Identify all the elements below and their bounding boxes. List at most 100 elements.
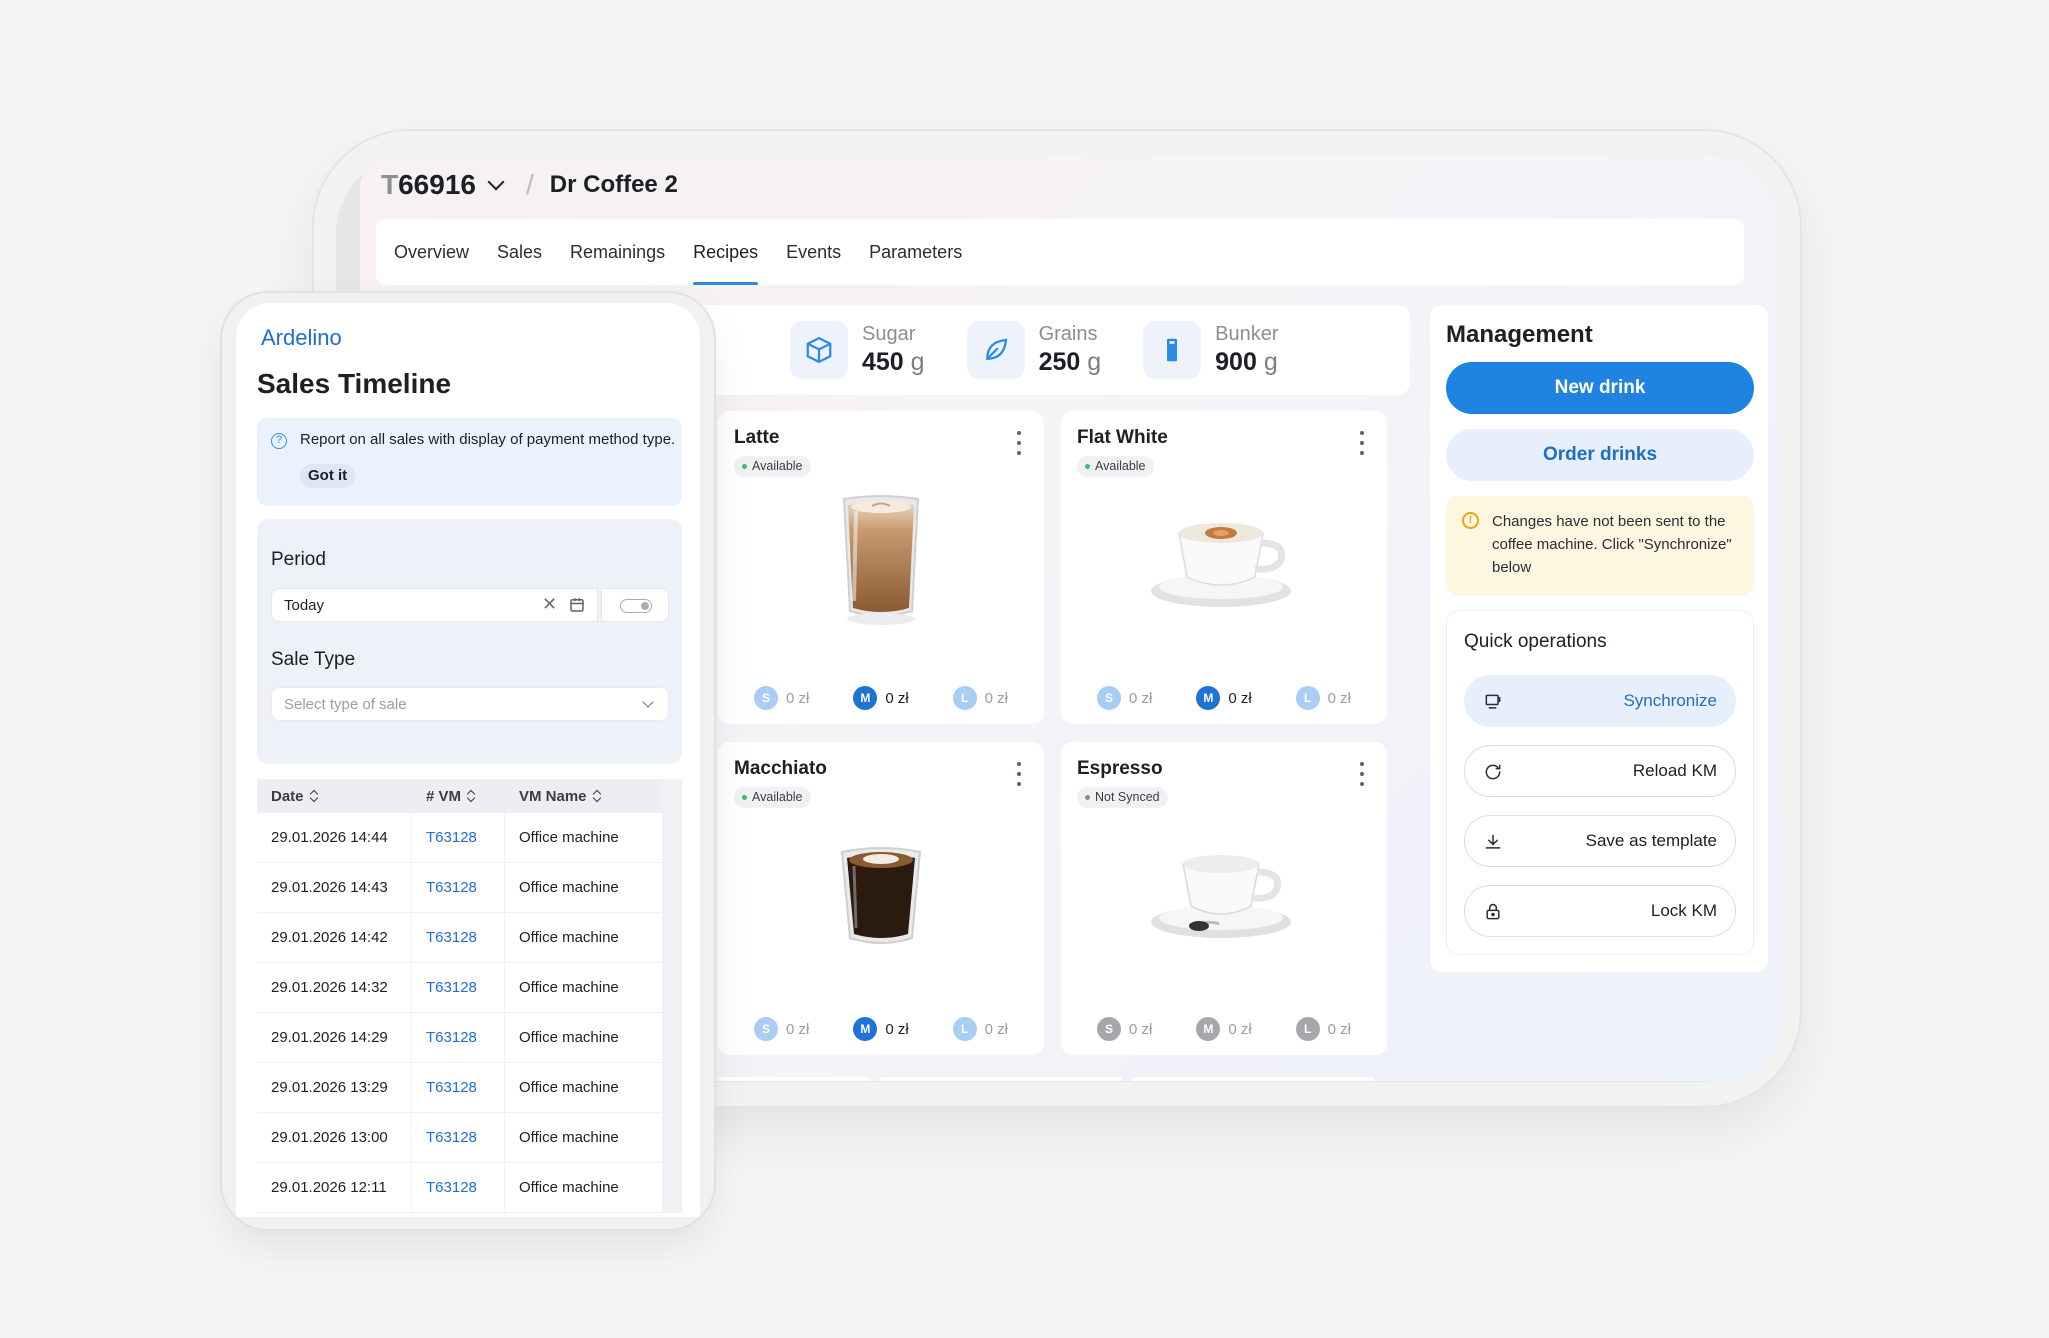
table-row[interactable]: 29.01.2026 14:42 T63128 Office machine <box>257 912 682 963</box>
column-vm[interactable]: # VM <box>412 779 505 813</box>
new-drink-button[interactable]: New drink <box>1446 362 1754 414</box>
sale-type-select[interactable]: Select type of sale <box>271 687 669 721</box>
size-m[interactable]: M 0 zł <box>853 1017 909 1041</box>
size-s[interactable]: S 0 zł <box>753 1017 810 1041</box>
cell-vm-link[interactable]: T63128 <box>412 1012 505 1063</box>
clear-icon[interactable]: ✕ <box>542 594 557 615</box>
time-toggle[interactable] <box>601 588 669 622</box>
cell-date: 29.01.2026 14:43 <box>257 862 412 913</box>
breadcrumb: T66916 / Dr Coffee 2 <box>381 169 678 201</box>
cell-date: 29.01.2026 13:00 <box>257 1112 412 1163</box>
size-s-badge: S <box>1096 686 1121 710</box>
size-m-badge: M <box>1196 686 1221 710</box>
reload-km-button[interactable]: Reload KM <box>1464 745 1736 797</box>
price: 0 zł <box>1228 1020 1252 1038</box>
size-s-badge: S <box>753 1017 778 1041</box>
got-it-button[interactable]: Got it <box>300 464 356 488</box>
more-menu-icon[interactable] <box>1016 431 1022 455</box>
drink-name: Latte <box>734 427 780 448</box>
table-row[interactable]: 29.01.2026 13:00 T63128 Office machine <box>257 1112 682 1163</box>
cell-vm-link[interactable]: T63128 <box>412 1062 505 1113</box>
drink-name: Macchiato <box>734 758 827 779</box>
lock-icon <box>1483 902 1503 927</box>
resource-grains: Grains 250 g <box>966 321 1101 379</box>
cell-vm-name: Office machine <box>519 878 619 896</box>
synchronize-button[interactable]: Synchronize <box>1464 675 1736 727</box>
flat-white-image <box>1149 511 1299 616</box>
warning-text: Changes have not been sent to the coffee… <box>1492 513 1732 576</box>
cell-vm-link[interactable]: T63128 <box>412 962 505 1013</box>
size-s[interactable]: S 0 zł <box>1096 1017 1152 1041</box>
machine-selector[interactable]: T66916 <box>381 169 476 201</box>
drink-card-latte[interactable]: Latte Available S 0 zł M 0 zł L 0 zł <box>718 411 1044 724</box>
drink-card-flat-white[interactable]: Flat White Available S 0 zł M 0 zł L 0 zł <box>1061 411 1387 724</box>
resource-label: Bunker <box>1215 323 1279 345</box>
column-date[interactable]: Date <box>257 779 412 813</box>
table-row[interactable]: 29.01.2026 12:11 T63128 Office machine <box>257 1162 682 1213</box>
table-row[interactable]: 29.01.2026 14:44 T63128 Office machine <box>257 812 682 863</box>
size-l[interactable]: L 0 zł <box>952 1017 1008 1041</box>
management-title: Management <box>1446 321 1593 348</box>
phone-screen: Ardelino Sales Timeline ? Report on all … <box>236 303 700 1217</box>
cell-vm-link[interactable]: T63128 <box>412 912 505 963</box>
table-row[interactable]: 29.01.2026 13:29 T63128 Office machine <box>257 1062 682 1113</box>
tab-recipes[interactable]: Recipes <box>693 219 759 285</box>
sort-icon <box>310 790 318 802</box>
management-panel: Management New drink Order drinks ! Chan… <box>1430 305 1768 972</box>
machine-id-prefix: T <box>381 169 399 200</box>
cell-vm-link[interactable]: T63128 <box>412 862 505 913</box>
order-drinks-button[interactable]: Order drinks <box>1446 429 1754 481</box>
table-row[interactable]: 29.01.2026 14:43 T63128 Office machine <box>257 862 682 913</box>
size-l[interactable]: L 0 zł <box>952 686 1008 710</box>
tab-overview[interactable]: Overview <box>394 219 469 285</box>
resource-label: Sugar <box>862 323 916 345</box>
chevron-down-icon[interactable] <box>487 173 505 191</box>
save-as-template-label: Save as template <box>1585 831 1717 850</box>
tab-remainings[interactable]: Remainings <box>570 219 665 285</box>
help-icon: ? <box>271 433 287 449</box>
tab-events[interactable]: Events <box>786 219 841 285</box>
info-text: Report on all sales with display of paym… <box>300 431 676 448</box>
lock-km-button[interactable]: Lock KM <box>1464 885 1736 937</box>
size-m[interactable]: M 0 zł <box>1196 686 1252 710</box>
size-l-badge: L <box>1295 1017 1320 1041</box>
resources-bar: Sugar 450 g Grains 250 g Bunker 900 g <box>660 305 1410 395</box>
machine-name: Dr Coffee 2 <box>549 171 678 198</box>
size-s[interactable]: S 0 zł <box>753 686 809 710</box>
resource-value: 450 <box>862 348 904 376</box>
page-title: Sales Timeline <box>257 368 452 399</box>
column-label: VM Name <box>519 787 587 805</box>
cell-vm-name: Office machine <box>519 978 619 996</box>
table-row[interactable]: 29.01.2026 14:32 T63128 Office machine <box>257 962 682 1013</box>
bunker-icon <box>1143 321 1202 379</box>
more-menu-icon[interactable] <box>1359 431 1365 455</box>
tab-parameters[interactable]: Parameters <box>869 219 962 285</box>
column-vm-name[interactable]: VM Name <box>505 779 662 813</box>
brand-logo: Ardelino <box>261 325 342 350</box>
drink-card-macchiato[interactable]: Macchiato Available S 0 zł M 0 zł L 0 zł <box>718 742 1044 1055</box>
tab-sales[interactable]: Sales <box>497 219 542 285</box>
period-label: Period <box>271 549 326 570</box>
drink-card-espresso[interactable]: Espresso Not Synced S 0 zł M 0 zł L 0 zł <box>1061 742 1387 1055</box>
table-row[interactable]: 29.01.2026 14:29 T63128 Office machine <box>257 1012 682 1063</box>
more-menu-icon[interactable] <box>1016 762 1022 786</box>
price: 0 zł <box>785 1020 810 1038</box>
cell-vm-link[interactable]: T63128 <box>412 1112 505 1163</box>
resource-value: 250 <box>1038 348 1081 376</box>
size-m-badge: M <box>853 686 878 710</box>
size-l[interactable]: L 0 zł <box>1295 686 1351 710</box>
size-m[interactable]: M 0 zł <box>1196 1017 1252 1041</box>
cell-vm-name: Office machine <box>519 1078 619 1096</box>
cell-vm-link[interactable]: T63128 <box>412 1162 505 1213</box>
info-banner: ? Report on all sales with display of pa… <box>257 418 682 506</box>
size-m[interactable]: M 0 zł <box>853 686 909 710</box>
more-menu-icon[interactable] <box>1359 762 1365 786</box>
calendar-icon[interactable] <box>568 596 586 619</box>
save-as-template-button[interactable]: Save as template <box>1464 815 1736 867</box>
price: 0 zł <box>1128 689 1153 707</box>
size-s[interactable]: S 0 zł <box>1096 686 1153 710</box>
size-m-badge: M <box>1196 1017 1221 1041</box>
price: 0 zł <box>984 689 1008 707</box>
cell-vm-link[interactable]: T63128 <box>412 812 505 863</box>
size-l[interactable]: L 0 zł <box>1295 1017 1351 1041</box>
